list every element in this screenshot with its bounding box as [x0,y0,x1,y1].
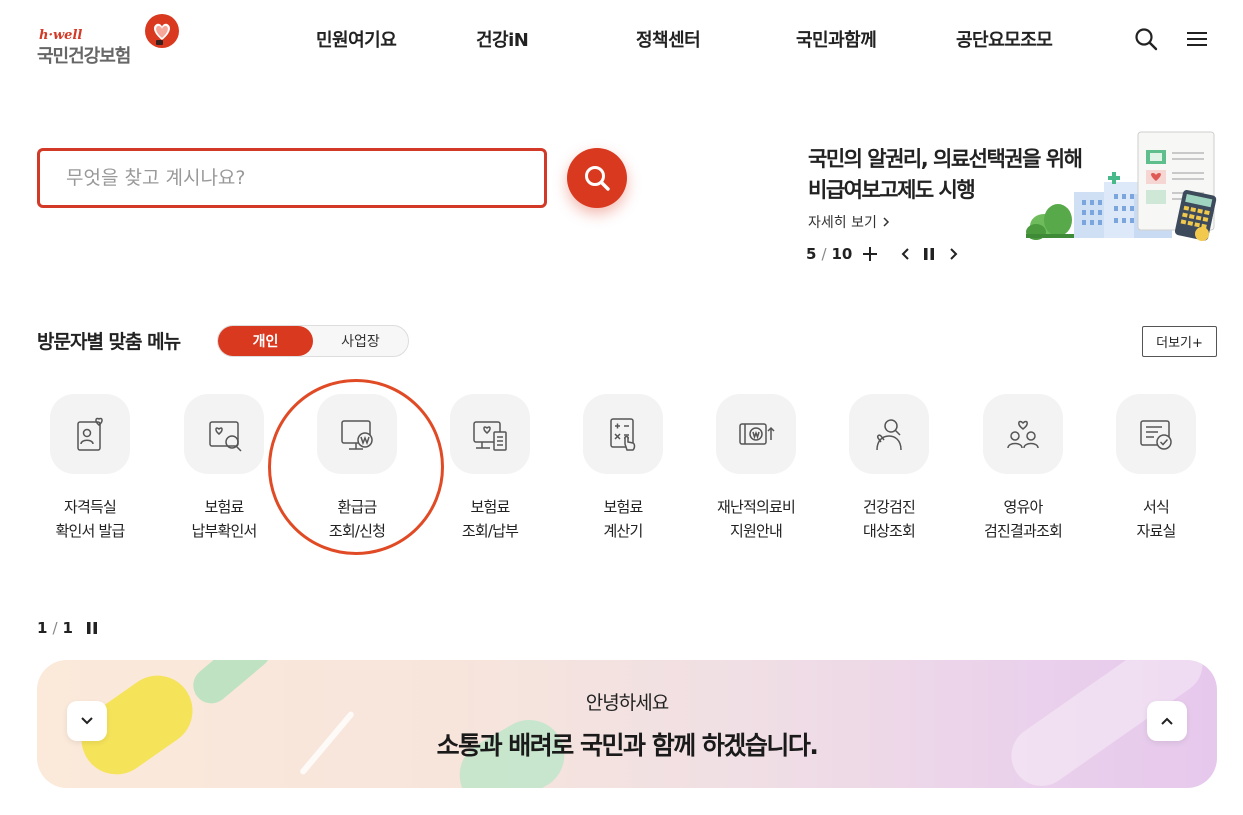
hospital-illustration [1026,131,1217,241]
money-up-icon [716,394,796,474]
chevron-up-icon [1161,717,1173,725]
menu-item-calculator[interactable]: 보험료 계산기 [557,394,689,544]
chevron-right-icon[interactable] [942,243,964,265]
banner-pager: 5 / 10 [806,243,852,265]
menu-item-qualification[interactable]: 자격득실 확인서 발급 [24,394,156,544]
bill-icon [450,394,530,474]
menu-item-label: 보험료 납부확인서 [191,498,257,540]
search-input[interactable] [40,151,544,205]
menu-item-label: 보험료 계산기 [603,498,643,540]
menu-item-label: 영유아 검진결과조회 [983,498,1063,540]
menu-item-forms[interactable]: 서식 자료실 [1090,394,1222,544]
menu-item-premium-pay[interactable]: 보험료 조회/납부 [424,394,556,544]
collapse-button[interactable] [67,701,107,741]
pause-icon[interactable] [81,617,103,639]
menu-page-total: 1 [62,619,73,637]
search-icon[interactable] [1133,26,1159,52]
calculator-icon [583,394,663,474]
menu-item-label: 건강검진 대상조회 [862,498,916,540]
family-icon [983,394,1063,474]
menu-page-separator: / [52,619,58,637]
nav-item-about[interactable]: 공단요모조모 [956,26,1053,52]
document-check-icon [1116,394,1196,474]
chevron-left-icon[interactable] [895,243,917,265]
banner-page-separator: / [821,245,827,263]
greeting-sub: 안녕하세요 [585,692,669,714]
menu-item-label: 서식 자료실 [1136,498,1176,540]
chevron-right-icon [883,217,889,227]
nav-item-with-people[interactable]: 국민과함께 [796,26,877,52]
person-search-icon [849,394,929,474]
nav-item-policy[interactable]: 정책센터 [636,26,701,52]
monitor-won-icon [317,394,397,474]
main-nav: 민원여기요 건강iN 정책센터 국민과함께 공단요모조모 [0,26,1243,56]
greeting-banner: 안녕하세요 소통과 배려로 국민과 함께 하겠습니다. [37,660,1217,788]
nav-item-civil[interactable]: 민원여기요 [316,26,397,52]
pause-icon[interactable] [918,243,940,265]
scroll-top-button[interactable] [1147,701,1187,741]
menu-item-label: 자격득실 확인서 발급 [55,498,126,540]
document-search-icon [184,394,264,474]
menu-item-refund[interactable]: 환급금 조회/신청 [291,394,423,544]
menu-item-catastrophic-medical[interactable]: 재난적의료비 지원안내 [690,394,822,544]
section-title-visitor-menu: 방문자별 맞춤 메뉴 [37,331,181,353]
chevron-down-icon [81,717,93,725]
nav-item-health-in[interactable]: 건강iN [476,26,529,52]
toggle-individual[interactable]: 개인 [218,326,313,356]
toggle-business[interactable]: 사업장 [313,326,408,356]
menu-pager: 1 / 1 [37,618,73,638]
hamburger-menu-icon[interactable] [1184,26,1210,52]
search-icon [585,166,610,191]
banner-page-current: 5 [806,245,817,263]
menu-item-label: 환급금 조회/신청 [328,498,386,540]
menu-page-current: 1 [37,619,48,637]
plus-icon[interactable] [859,243,881,265]
search-button[interactable] [567,148,627,208]
banner-more-link[interactable]: 자세히 보기 [808,212,891,232]
search-box [37,148,547,208]
banner-more-label: 자세히 보기 [808,215,877,231]
certificate-icon [50,394,130,474]
menu-item-infant-checkup[interactable]: 영유아 검진결과조회 [957,394,1089,544]
more-button[interactable]: 더보기+ [1142,326,1217,357]
menu-item-health-checkup[interactable]: 건강검진 대상조회 [823,394,955,544]
menu-item-payment-confirmation[interactable]: 보험료 납부확인서 [158,394,290,544]
visitor-type-toggle: 개인 사업장 [217,325,409,357]
menu-item-label: 보험료 조회/납부 [461,498,519,540]
greeting-main: 소통과 배려로 국민과 함께 하겠습니다. [436,731,819,760]
menu-item-label: 재난적의료비 지원안내 [716,498,796,540]
banner-page-total: 10 [831,245,853,263]
